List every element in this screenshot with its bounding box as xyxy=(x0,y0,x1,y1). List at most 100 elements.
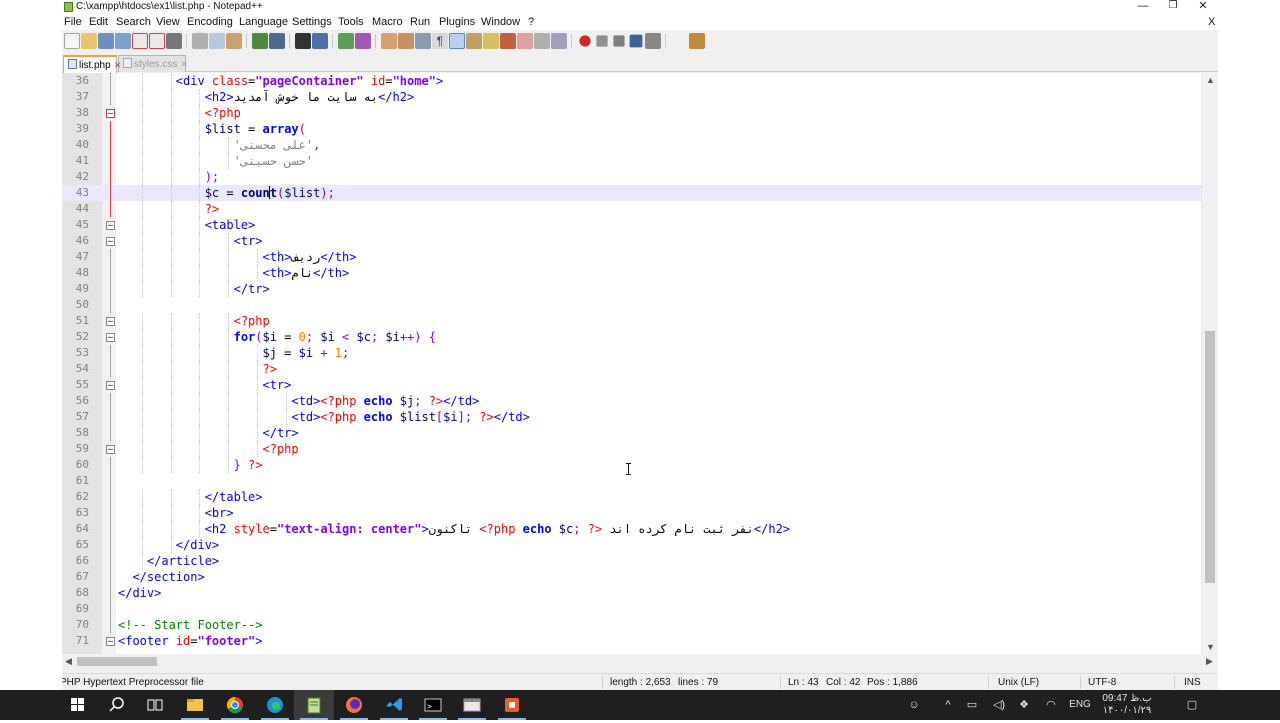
terminal-taskbar[interactable]: >_ xyxy=(413,690,453,720)
app-orange-taskbar[interactable] xyxy=(492,690,532,720)
save-icon[interactable] xyxy=(98,33,114,49)
scroll-up-arrow-icon[interactable]: ▲ xyxy=(1206,76,1215,85)
sync-vertical-icon[interactable] xyxy=(381,33,397,49)
code-line[interactable]: 45 <table> xyxy=(62,217,1201,233)
code-line[interactable]: 39 $list = array( xyxy=(62,121,1201,137)
menu-window[interactable]: Window xyxy=(481,15,520,29)
scroll-down-arrow-icon[interactable]: ▼ xyxy=(1206,643,1215,652)
close-all-icon[interactable] xyxy=(149,33,165,49)
code-line[interactable]: 66 </article> xyxy=(62,553,1201,569)
fold-toggle-icon[interactable] xyxy=(106,109,115,118)
record-macro-icon[interactable] xyxy=(579,35,591,47)
wifi-icon[interactable]: ◠ xyxy=(1043,699,1059,711)
show-hidden-icons-chevron-icon[interactable]: ^ xyxy=(940,699,956,711)
notepad-plus-plus-taskbar[interactable] xyxy=(294,690,334,720)
menu-view[interactable]: View xyxy=(156,15,180,29)
code-line[interactable]: 55 <tr> xyxy=(62,377,1201,393)
code-line[interactable]: 44 ?> xyxy=(62,201,1201,217)
fold-toggle-icon[interactable] xyxy=(106,317,115,326)
menu-file[interactable]: File xyxy=(64,15,82,29)
new-file-icon[interactable] xyxy=(64,33,80,49)
horizontal-scrollbar[interactable]: ◀ ▶ xyxy=(62,654,1218,669)
plugin-icon[interactable] xyxy=(689,33,705,49)
restore-button[interactable]: ❐ xyxy=(1158,0,1188,14)
code-line[interactable]: 36 <div class="pageContainer" id="home"> xyxy=(62,73,1201,89)
code-line[interactable]: 62 </table> xyxy=(62,489,1201,505)
vertical-scroll-thumb[interactable] xyxy=(1205,331,1215,583)
function-list-icon[interactable] xyxy=(500,33,516,49)
document-map-icon[interactable] xyxy=(483,33,499,49)
fold-toggle-icon[interactable] xyxy=(106,445,115,454)
stop-recording-icon[interactable] xyxy=(596,35,608,47)
menu-language[interactable]: Language xyxy=(239,15,288,29)
menu-run[interactable]: Run xyxy=(410,15,430,29)
file-explorer-taskbar[interactable] xyxy=(175,690,215,720)
chrome-taskbar[interactable] xyxy=(215,690,255,720)
edge-taskbar[interactable] xyxy=(255,690,295,720)
menu-macro[interactable]: Macro xyxy=(372,15,403,29)
menu-help[interactable]: ? xyxy=(528,15,534,29)
open-file-icon[interactable] xyxy=(81,33,97,49)
menu-tools[interactable]: Tools xyxy=(338,15,364,29)
menu-search[interactable]: Search xyxy=(116,15,151,29)
code-editor[interactable]: 36 <div class="pageContainer" id="home">… xyxy=(62,73,1218,654)
menu-plugins[interactable]: Plugins xyxy=(439,15,475,29)
code-line[interactable]: 60 } ?> xyxy=(62,457,1201,473)
indent-guide-icon[interactable] xyxy=(449,33,465,49)
volume-icon[interactable]: ◁) xyxy=(990,699,1008,711)
code-line[interactable]: 68 </div> xyxy=(62,585,1201,601)
tab-close-icon[interactable]: ✕ xyxy=(180,56,188,72)
code-line[interactable]: 40 'علی محسنی', xyxy=(62,137,1201,153)
code-line[interactable]: 58 </tr> xyxy=(62,425,1201,441)
cut-icon[interactable] xyxy=(192,33,208,49)
code-line[interactable]: 70 <!-- Start Footer--> xyxy=(62,617,1201,633)
close-file-icon[interactable] xyxy=(132,33,148,49)
zoom-out-icon[interactable] xyxy=(355,33,371,49)
app-window-taskbar[interactable] xyxy=(452,690,492,720)
zoom-in-icon[interactable] xyxy=(338,33,354,49)
folder-workspace-icon[interactable] xyxy=(517,33,533,49)
dropbox-icon[interactable]: ❖ xyxy=(1015,699,1033,711)
save-all-icon[interactable] xyxy=(115,33,131,49)
code-line[interactable]: 56 <td><?php echo $j; ?></td> xyxy=(62,393,1201,409)
code-line[interactable]: 52 for($i = 0; $i < $c; $i++) { xyxy=(62,329,1201,345)
fold-toggle-icon[interactable] xyxy=(106,237,115,246)
code-line[interactable]: 57 <td><?php echo $list[$i]; ?></td> xyxy=(62,409,1201,425)
keyboard-language[interactable]: ENG xyxy=(1068,699,1092,711)
tab-close-icon[interactable]: ✕ xyxy=(114,57,122,73)
paste-icon[interactable] xyxy=(226,33,242,49)
scroll-left-arrow-icon[interactable]: ◀ xyxy=(65,657,72,666)
start-button[interactable] xyxy=(58,690,98,720)
menu-settings[interactable]: Settings xyxy=(292,15,332,29)
sync-horizontal-icon[interactable] xyxy=(398,33,414,49)
code-line[interactable]: 43 $c = count($list); xyxy=(62,185,1201,201)
clock[interactable]: 09:47 ب.ظ ۱۴۰۰/۰۱/۲۹ xyxy=(1097,693,1157,717)
menu-encoding[interactable]: Encoding xyxy=(187,15,233,29)
code-line[interactable]: 37 <h2>به سایت ما خوش آمدید</h2> xyxy=(62,89,1201,105)
code-line[interactable]: 71 <footer id="footer"> xyxy=(62,633,1201,649)
code-line[interactable]: 65 </div> xyxy=(62,537,1201,553)
code-line[interactable]: 42 ); xyxy=(62,169,1201,185)
redo-icon[interactable] xyxy=(269,33,285,49)
code-line[interactable]: 50 xyxy=(62,297,1201,313)
monitoring-icon[interactable] xyxy=(534,33,550,49)
undo-icon[interactable] xyxy=(252,33,268,49)
code-line[interactable]: 59 <?php xyxy=(62,441,1201,457)
fold-toggle-icon[interactable] xyxy=(106,381,115,390)
search-button[interactable] xyxy=(96,690,136,720)
save-macro-icon[interactable] xyxy=(645,33,661,49)
code-line[interactable]: 61 xyxy=(62,473,1201,489)
code-line[interactable]: 49 </tr> xyxy=(62,281,1201,297)
fold-toggle-icon[interactable] xyxy=(106,333,115,342)
print-icon[interactable] xyxy=(166,33,182,49)
code-line[interactable]: 69 xyxy=(62,601,1201,617)
menu-edit[interactable]: Edit xyxy=(89,15,108,29)
close-document-button[interactable]: X xyxy=(1208,15,1215,29)
copy-icon[interactable] xyxy=(209,33,225,49)
tab-list-php[interactable]: list.php ✕ xyxy=(63,55,121,73)
user-language-icon[interactable] xyxy=(466,33,482,49)
code-line[interactable]: 47 <th>ردیف</th> xyxy=(62,249,1201,265)
network-icon[interactable]: ▭ xyxy=(963,699,981,711)
vscode-taskbar[interactable] xyxy=(374,690,414,720)
code-line[interactable]: 48 <th>نام</th> xyxy=(62,265,1201,281)
